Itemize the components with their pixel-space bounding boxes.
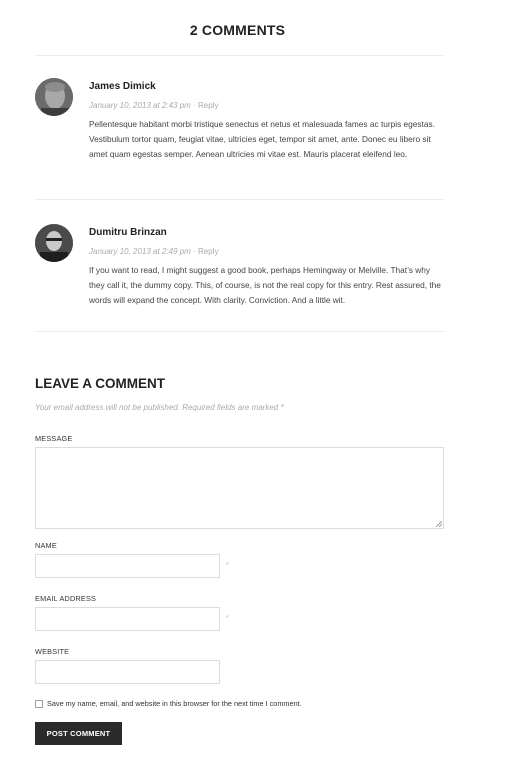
comment-text: Pellentesque habitant morbi tristique se…: [89, 119, 435, 159]
save-info-label[interactable]: Save my name, email, and website in this…: [47, 699, 302, 708]
comment-meta: January 10, 2013 at 2:49 pm · Reply: [89, 247, 444, 256]
comment-item: Dumitru Brinzan January 10, 2013 at 2:49…: [35, 224, 444, 319]
comment-meta: January 10, 2013 at 2:43 pm · Reply: [89, 101, 444, 110]
comment-text: If you want to read, I might suggest a g…: [89, 265, 441, 305]
save-info-checkbox[interactable]: [35, 700, 43, 708]
name-label: NAME: [35, 541, 57, 550]
message-label: MESSAGE: [35, 434, 73, 443]
divider: [35, 331, 444, 332]
comments-title: 2 COMMENTS: [189, 22, 286, 38]
required-fields-note: Your email address will not be published…: [35, 403, 284, 412]
meta-separator: ·: [193, 101, 196, 110]
reply-link[interactable]: Reply: [198, 247, 218, 256]
comment-date[interactable]: January 10, 2013 at 2:43 pm: [89, 101, 191, 110]
meta-separator: ·: [193, 247, 196, 256]
divider: [35, 55, 444, 56]
message-textarea[interactable]: [35, 447, 444, 529]
website-label: WEBSITE: [35, 647, 70, 656]
comment-item: James Dimick January 10, 2013 at 2:43 pm…: [35, 78, 444, 188]
comment-date[interactable]: January 10, 2013 at 2:49 pm: [89, 247, 191, 256]
required-mark: *: [226, 615, 229, 622]
comment-author[interactable]: James Dimick: [89, 81, 444, 92]
email-input[interactable]: [35, 607, 220, 631]
leave-comment-title: LEAVE A COMMENT: [35, 376, 165, 391]
website-input[interactable]: [35, 660, 220, 684]
avatar: [35, 78, 73, 116]
required-mark: *: [226, 562, 229, 569]
name-input[interactable]: [35, 554, 220, 578]
comment-author[interactable]: Dumitru Brinzan: [89, 227, 444, 238]
post-comment-button[interactable]: POST COMMENT: [35, 722, 122, 745]
avatar: [35, 224, 73, 262]
email-label: EMAIL ADDRESS: [35, 594, 97, 603]
reply-link[interactable]: Reply: [198, 101, 218, 110]
resize-handle-icon[interactable]: [436, 521, 442, 527]
divider: [35, 199, 444, 200]
